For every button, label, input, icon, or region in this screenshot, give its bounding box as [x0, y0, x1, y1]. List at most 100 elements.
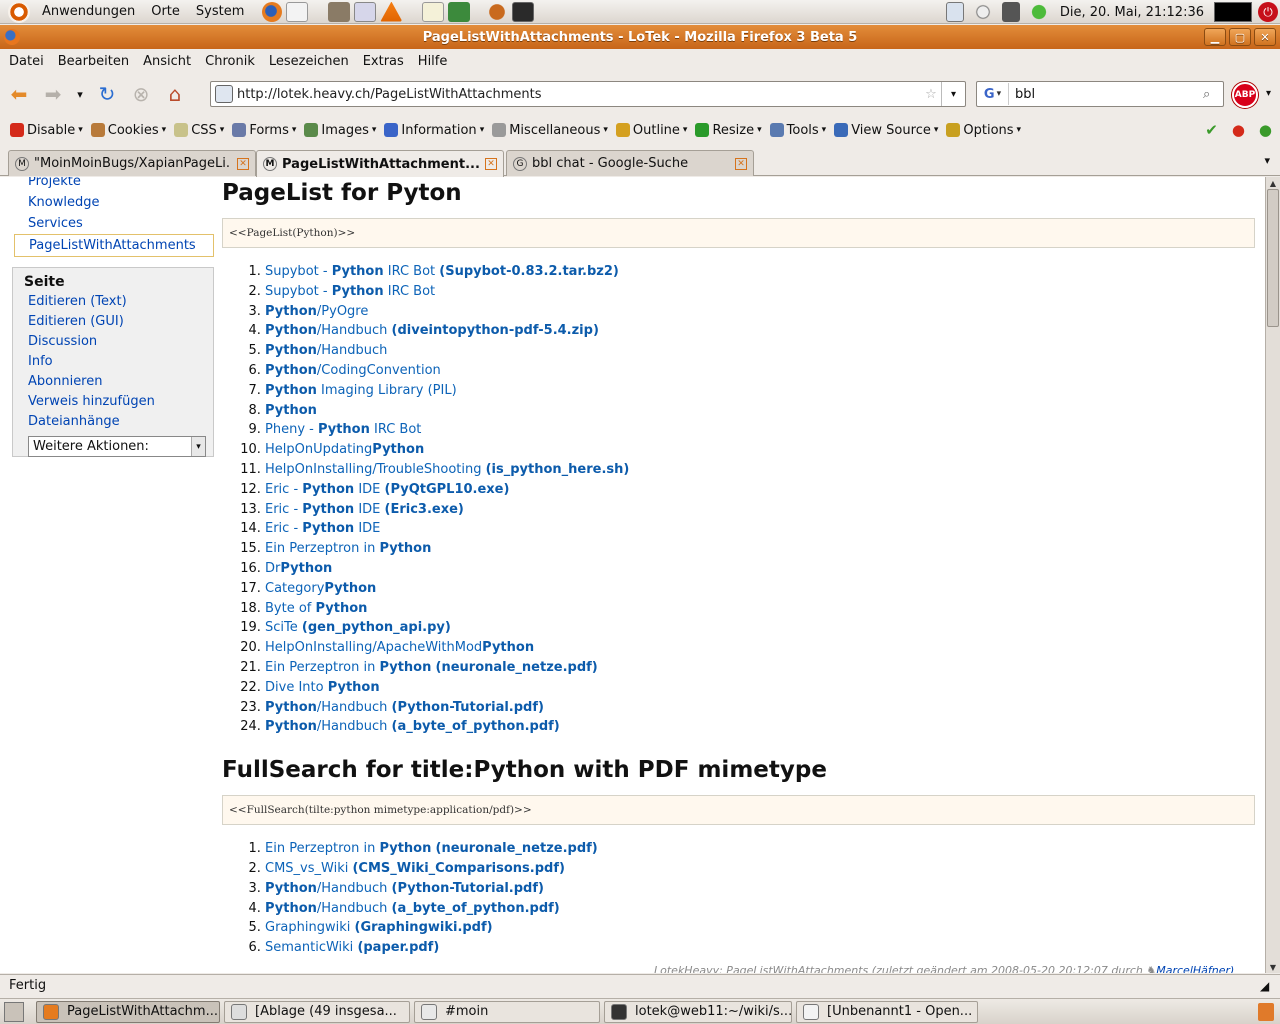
search-input[interactable]: bbl: [1009, 87, 1203, 102]
attachment-link[interactable]: (neuronale_netze.pdf): [436, 841, 598, 856]
footer-user-link[interactable]: MarcelHäfner): [1156, 964, 1234, 973]
attachment-link[interactable]: (Python-Tutorial.pdf): [392, 700, 544, 715]
back-button[interactable]: ⬅: [4, 79, 34, 109]
attachment-link[interactable]: (paper.pdf): [357, 940, 439, 955]
close-tab-icon[interactable]: ✕: [485, 158, 497, 170]
editor-launcher-icon[interactable]: [354, 1, 377, 22]
firefox-launcher-icon[interactable]: [262, 1, 283, 22]
stop-button[interactable]: ⊗: [126, 79, 156, 109]
vertical-scrollbar[interactable]: ▲ ▼: [1265, 177, 1280, 973]
mail-launcher-icon[interactable]: [286, 1, 309, 22]
taskbar-button-1[interactable]: PageListWithAttachm...: [36, 1000, 220, 1023]
devtool-miscellaneous-menu[interactable]: Miscellaneous ▾: [488, 123, 612, 138]
result-link[interactable]: Byte of Python: [265, 601, 367, 616]
menu-bearbeiten[interactable]: Bearbeiten: [51, 54, 136, 69]
attachment-link[interactable]: (diveintopython-pdf-5.4.zip): [392, 323, 599, 338]
sidebar-nav-services[interactable]: Services: [12, 213, 214, 234]
attachment-link[interactable]: (Graphingwiki.pdf): [355, 920, 493, 935]
resize-grip-icon[interactable]: ◢: [1260, 979, 1274, 993]
sidebar-nav-projekte[interactable]: Projekte: [12, 177, 214, 192]
menu-lesezeichen[interactable]: Lesezeichen: [262, 54, 356, 69]
attachment-link[interactable]: (a_byte_of_python.pdf): [392, 901, 560, 916]
devtool-options-menu[interactable]: Options ▾: [942, 123, 1025, 138]
menu-ansicht[interactable]: Ansicht: [136, 54, 198, 69]
result-link[interactable]: Dive Into Python: [265, 680, 380, 695]
sidebar-action-link[interactable]: Info: [13, 352, 213, 372]
result-link[interactable]: Python/Handbuch: [265, 323, 392, 338]
result-link[interactable]: Supybot - Python IRC Bot: [265, 284, 435, 299]
taskbar-button-2[interactable]: [Ablage (49 insgesa...: [224, 1000, 410, 1023]
sidebar-nav-knowledge[interactable]: Knowledge: [12, 192, 214, 213]
result-link[interactable]: Python Imaging Library (PIL): [265, 383, 457, 398]
menu-hilfe[interactable]: Hilfe: [411, 54, 455, 69]
url-dropdown-icon[interactable]: ▾: [941, 82, 965, 106]
chevron-down-icon[interactable]: ▾: [191, 437, 205, 456]
close-window-button[interactable]: ✕: [1254, 28, 1276, 46]
adblock-menu-icon[interactable]: ▾: [1266, 88, 1271, 99]
result-link[interactable]: Ein Perzeptron in Python: [265, 841, 436, 856]
menu-datei[interactable]: Datei: [2, 54, 51, 69]
panel-menu-system[interactable]: System: [188, 4, 252, 19]
sidebar-action-link[interactable]: Abonnieren: [13, 372, 213, 392]
scrollbar-thumb[interactable]: [1267, 189, 1279, 327]
tab-list-dropdown-icon[interactable]: ▾: [1264, 154, 1270, 167]
devtool-outline-menu[interactable]: Outline ▾: [612, 123, 692, 138]
workspace-switcher[interactable]: [1214, 2, 1252, 22]
devtool-view-source-menu[interactable]: View Source ▾: [830, 123, 942, 138]
sidebar-nav-pagelistwithattachments[interactable]: PageListWithAttachments: [14, 234, 214, 257]
result-link[interactable]: Ein Perzeptron in Python: [265, 660, 436, 675]
bookmark-star-icon[interactable]: ☆: [921, 87, 941, 102]
result-link[interactable]: SemanticWiki: [265, 940, 357, 955]
attachment-link[interactable]: (is_python_here.sh): [486, 462, 630, 477]
search-bar[interactable]: G ▾ bbl ⌕: [976, 81, 1224, 107]
attachment-link[interactable]: (PyQtGPL10.exe): [385, 482, 510, 497]
close-tab-icon[interactable]: ✕: [735, 157, 747, 170]
scroll-up-icon[interactable]: ▲: [1267, 177, 1279, 189]
result-link[interactable]: Python/PyOgre: [265, 304, 368, 319]
tab-2[interactable]: M PageListWithAttachment... ✕: [256, 150, 504, 177]
url-text[interactable]: http://lotek.heavy.ch/PageListWithAttach…: [237, 87, 921, 102]
menu-extras[interactable]: Extras: [356, 54, 411, 69]
menu-chronik[interactable]: Chronik: [198, 54, 262, 69]
search-tray-icon[interactable]: [973, 2, 992, 22]
result-link[interactable]: Eric - Python IDE: [265, 502, 385, 517]
validate-css-icon[interactable]: ●: [1259, 121, 1272, 139]
maximize-button[interactable]: ▢: [1229, 28, 1251, 46]
gimp-launcher-icon[interactable]: [328, 1, 351, 22]
search-engine-icon[interactable]: G ▾: [977, 83, 1009, 105]
panel-menu-orte[interactable]: Orte: [143, 4, 188, 19]
validate-error-icon[interactable]: ●: [1232, 121, 1245, 139]
panel-menu-anwendungen[interactable]: Anwendungen: [34, 4, 143, 19]
result-link[interactable]: Python/Handbuch: [265, 700, 392, 715]
monitor-tray-icon[interactable]: [1001, 2, 1020, 22]
result-link[interactable]: HelpOnUpdatingPython: [265, 442, 424, 457]
adblock-plus-icon[interactable]: ABP: [1232, 82, 1258, 108]
panel-clock[interactable]: Die, 20. Mai, 21:12:36: [1056, 5, 1208, 20]
tab-1[interactable]: M "MoinMoinBugs/XapianPageLi... ✕: [8, 150, 256, 176]
url-bar[interactable]: http://lotek.heavy.ch/PageListWithAttach…: [210, 81, 966, 107]
devtool-images-menu[interactable]: Images ▾: [300, 123, 380, 138]
result-link[interactable]: DrPython: [265, 561, 332, 576]
attachment-link[interactable]: (Python-Tutorial.pdf): [392, 881, 544, 896]
devtool-information-menu[interactable]: Information ▾: [380, 123, 488, 138]
attachment-link[interactable]: (neuronale_netze.pdf): [436, 660, 598, 675]
result-link[interactable]: SciTe: [265, 620, 302, 635]
forward-button[interactable]: ➡: [38, 79, 68, 109]
sidebar-action-link[interactable]: Editieren (GUI): [13, 312, 213, 332]
scroll-down-icon[interactable]: ▼: [1267, 961, 1279, 973]
result-link[interactable]: Python/CodingConvention: [265, 363, 441, 378]
validate-ok-icon[interactable]: ✔: [1205, 121, 1218, 139]
sidebar-action-link[interactable]: Verweis hinzufügen: [13, 392, 213, 412]
sidebar-action-link[interactable]: Editieren (Text): [13, 292, 213, 312]
attachment-link[interactable]: (CMS_Wiki_Comparisons.pdf): [352, 861, 564, 876]
ubuntu-logo-icon[interactable]: [8, 0, 30, 23]
attachment-link[interactable]: (Supybot-0.83.2.tar.bz2): [439, 264, 619, 279]
result-link[interactable]: Ein Perzeptron in Python: [265, 541, 431, 556]
tab-3[interactable]: Gbbl chat - Google-Suche ✕: [506, 150, 754, 176]
result-link[interactable]: Pheny - Python IRC Bot: [265, 422, 421, 437]
show-desktop-icon[interactable]: [4, 1001, 24, 1022]
notes-launcher-icon[interactable]: [422, 1, 445, 22]
result-link[interactable]: Python/Handbuch: [265, 719, 392, 734]
result-link[interactable]: HelpOnInstalling/ApacheWithModPython: [265, 640, 534, 655]
devtool-cookies-menu[interactable]: Cookies ▾: [87, 123, 170, 138]
